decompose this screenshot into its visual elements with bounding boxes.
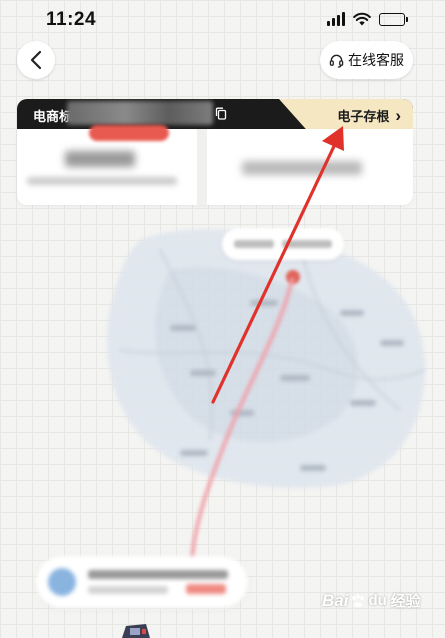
back-button[interactable] (17, 41, 55, 79)
status-time: 11:24 (46, 9, 97, 30)
battery-icon (379, 12, 408, 26)
watermark-bai: Bai (322, 590, 349, 610)
map-location-label-blurred (222, 228, 344, 260)
courier-card (36, 556, 248, 608)
watermark-jingyan: 经验 (390, 593, 421, 610)
status-bar: 11:24 (0, 0, 445, 40)
sender-address-blurred (27, 177, 177, 185)
courier-avatar (48, 568, 76, 596)
map-pin-icon (286, 270, 300, 284)
delivery-vehicle-icon (122, 624, 150, 638)
courier-status-blurred (88, 586, 168, 594)
route-card (17, 125, 413, 205)
chevron-right-icon: › (395, 106, 401, 125)
courier-name-blurred (88, 570, 228, 579)
wifi-icon (353, 12, 371, 26)
route-divider (197, 129, 207, 205)
electronic-stub-link[interactable]: 电子存根 › (337, 106, 401, 125)
chevron-left-icon (30, 50, 42, 70)
copy-icon[interactable] (215, 107, 227, 120)
customer-service-button[interactable]: 在线客服 (320, 41, 413, 79)
baidu-paw-icon (352, 593, 365, 607)
customer-service-label: 在线客服 (348, 52, 404, 68)
watermark-du: du (368, 592, 387, 609)
sender-city-blurred (65, 151, 135, 167)
baidu-jingyan-watermark: Bai du 经验 (322, 590, 421, 611)
waybill-bar: 电商标 电子存根 › (17, 99, 413, 129)
cellular-signal-icon (327, 12, 345, 26)
courier-badge-blurred (186, 584, 226, 594)
headset-icon (329, 54, 344, 68)
waybill-number-redacted (67, 101, 213, 125)
electronic-stub-label: 电子存根 (337, 109, 390, 124)
receiver-city-blurred (242, 161, 362, 175)
route-tag-blurred (89, 125, 169, 141)
status-icons (327, 12, 408, 26)
electronic-stub-tab[interactable]: 电子存根 › (279, 99, 413, 129)
